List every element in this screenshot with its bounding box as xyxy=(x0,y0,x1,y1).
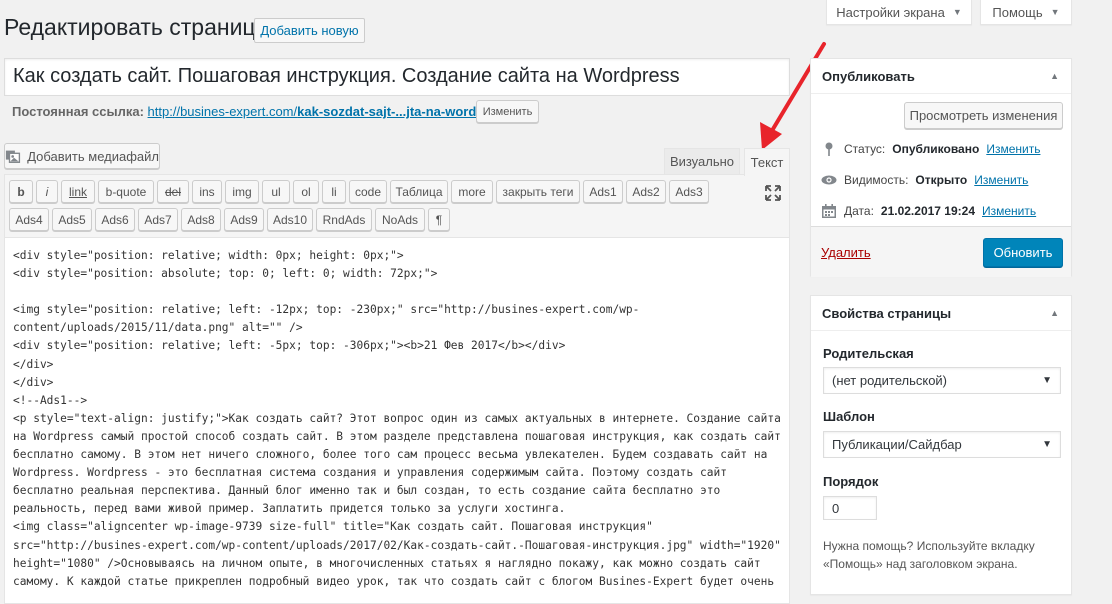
caret-down-icon: ▼ xyxy=(1042,439,1052,450)
screen-options-button[interactable]: Настройки экрана ▼ xyxy=(826,0,972,25)
tab-text[interactable]: Текст xyxy=(744,148,790,176)
help-button[interactable]: Помощь ▼ xyxy=(980,0,1072,25)
editor-container: b i link b-quote del ins img ul ol li code Таблица m… xyxy=(4,174,790,604)
caret-up-icon[interactable]: ▲ xyxy=(1050,71,1059,81)
tab-visual[interactable]: Визуально xyxy=(664,148,740,174)
fullscreen-icon[interactable] xyxy=(765,185,781,201)
date-label: Дата: xyxy=(844,204,874,218)
caret-up-icon[interactable]: ▲ xyxy=(1050,308,1059,318)
visibility-value: Открыто xyxy=(915,173,968,187)
quicktag-1-9-button[interactable]: li xyxy=(322,180,346,203)
page-attributes-header[interactable]: Свойства страницы ▲ xyxy=(811,296,1071,331)
update-button[interactable]: Обновить xyxy=(983,238,1063,267)
visibility-edit-link[interactable]: Изменить xyxy=(974,173,1028,187)
quicktag-1-2-button[interactable]: link xyxy=(61,180,95,203)
template-select[interactable]: Публикации/Сайдбар ▼ xyxy=(823,431,1061,458)
page-attributes-title: Свойства страницы xyxy=(822,306,952,321)
parent-label: Родительская xyxy=(823,346,914,361)
visibility-label: Видимость: xyxy=(844,173,909,187)
quicktag-2-6-button[interactable]: Ads10 xyxy=(267,208,313,231)
date-row: Дата: 21.02.2017 19:24 Изменить xyxy=(821,203,1036,219)
delete-link[interactable]: Удалить xyxy=(821,245,871,260)
add-media-button[interactable]: Добавить медиафайл xyxy=(4,143,160,169)
page-attributes-box: Свойства страницы ▲ Родительская (нет ро… xyxy=(810,295,1072,595)
post-title-input[interactable]: Как создать сайт. Пошаговая инструкция. … xyxy=(4,58,790,96)
quicktags-toolbar: b i link b-quote del ins img ul ol li code Таблица m… xyxy=(5,175,789,238)
help-label: Помощь xyxy=(992,4,1043,20)
permalink-edit-button[interactable]: Изменить xyxy=(476,100,539,123)
help-text: Нужна помощь? Используйте вкладку «Помощ… xyxy=(823,537,1035,573)
publish-actions: Удалить Обновить xyxy=(811,226,1071,277)
quicktag-2-4-button[interactable]: Ads8 xyxy=(181,208,221,231)
quicktag-1-14-button[interactable]: Ads1 xyxy=(583,180,623,203)
parent-select[interactable]: (нет родительской) ▼ xyxy=(823,367,1061,394)
quicktag-2-8-button[interactable]: NoAds xyxy=(375,208,425,231)
preview-changes-button[interactable]: Просмотреть изменения xyxy=(904,102,1063,129)
caret-down-icon: ▼ xyxy=(1050,7,1060,17)
template-select-value: Публикации/Сайдбар xyxy=(832,437,962,452)
date-edit-link[interactable]: Изменить xyxy=(982,204,1036,218)
status-label: Статус: xyxy=(844,142,886,156)
quicktag-1-5-button[interactable]: ins xyxy=(192,180,222,203)
quicktag-2-0-button[interactable]: Ads4 xyxy=(9,208,49,231)
pin-icon xyxy=(825,142,833,156)
media-icon xyxy=(5,150,21,163)
quicktag-1-7-button[interactable]: ul xyxy=(262,180,290,203)
quicktag-1-13-button[interactable]: закрыть теги xyxy=(496,180,580,203)
publish-box: Опубликовать ▲ Просмотреть изменения Ста… xyxy=(810,58,1072,277)
add-media-label: Добавить медиафайл xyxy=(27,148,159,164)
date-value: 21.02.2017 19:24 xyxy=(880,204,975,218)
quicktag-1-1-button[interactable]: i xyxy=(36,180,58,203)
calendar-icon xyxy=(822,204,836,218)
publish-box-title: Опубликовать xyxy=(822,69,915,84)
help-text-line-1: Нужна помощь? Используйте вкладку xyxy=(823,539,1035,553)
quicktag-2-1-button[interactable]: Ads5 xyxy=(52,208,92,231)
quicktag-1-11-button[interactable]: Таблица xyxy=(390,180,448,203)
quicktag-1-4-button[interactable]: del xyxy=(157,180,189,203)
order-label: Порядок xyxy=(823,474,879,489)
quicktag-2-7-button[interactable]: RndAds xyxy=(316,208,372,231)
quicktag-2-9-button[interactable]: ¶ xyxy=(428,208,450,231)
quicktag-1-6-button[interactable]: img xyxy=(225,180,259,203)
status-edit-link[interactable]: Изменить xyxy=(986,142,1040,156)
quicktag-1-3-button[interactable]: b-quote xyxy=(98,180,154,203)
eye-icon xyxy=(821,175,837,185)
quicktag-2-2-button[interactable]: Ads6 xyxy=(95,208,135,231)
permalink: Постоянная ссылка: http://busines-expert… xyxy=(12,104,515,119)
quicktag-1-16-button[interactable]: Ads3 xyxy=(669,180,709,203)
quicktag-1-8-button[interactable]: ol xyxy=(293,180,319,203)
editor-textarea[interactable]: <div style="position: relative; width: 0… xyxy=(13,247,785,591)
permalink-base: http://busines-expert.com/ xyxy=(147,104,298,119)
quicktag-1-0-button[interactable]: b xyxy=(9,180,33,203)
help-text-line-2: «Помощь» над заголовком экрана. xyxy=(823,557,1018,571)
permalink-label: Постоянная ссылка: xyxy=(12,104,144,119)
quicktag-1-12-button[interactable]: more xyxy=(451,180,493,203)
status-value: Опубликовано xyxy=(892,142,980,156)
quicktag-2-5-button[interactable]: Ads9 xyxy=(224,208,264,231)
caret-down-icon: ▼ xyxy=(952,7,962,17)
visibility-row: Видимость: Открыто Изменить xyxy=(821,172,1028,188)
permalink-link[interactable]: http://busines-expert.com/kak-sozdat-saj… xyxy=(148,104,515,119)
quicktag-2-3-button[interactable]: Ads7 xyxy=(138,208,178,231)
order-input[interactable]: 0 xyxy=(823,496,877,520)
parent-select-value: (нет родительской) xyxy=(832,373,948,388)
status-row: Статус: Опубликовано Изменить xyxy=(821,141,1040,157)
publish-box-header[interactable]: Опубликовать ▲ xyxy=(811,59,1071,94)
template-label: Шаблон xyxy=(823,409,875,424)
quicktag-1-10-button[interactable]: code xyxy=(349,180,387,203)
quicktag-1-15-button[interactable]: Ads2 xyxy=(626,180,666,203)
caret-down-icon: ▼ xyxy=(1042,375,1052,386)
page-title: Редактировать страницу xyxy=(4,14,268,40)
add-new-button[interactable]: Добавить новую xyxy=(254,18,365,43)
screen-options-label: Настройки экрана xyxy=(836,4,945,20)
